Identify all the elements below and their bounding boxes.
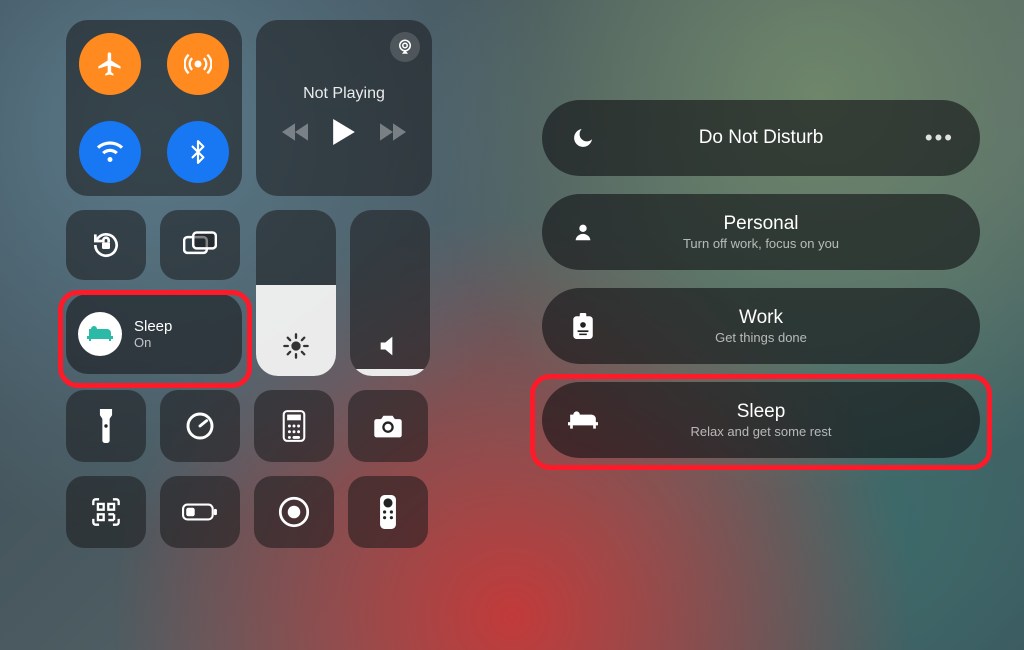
volume-slider[interactable] [350,210,430,376]
focus-title: Sleep [134,318,172,335]
play-icon [332,119,356,145]
previous-button[interactable] [282,122,308,142]
flashlight-icon [97,409,115,443]
timer-button[interactable] [160,390,240,462]
forward-icon [380,122,406,142]
wifi-toggle[interactable] [79,121,141,183]
rotation-lock-button[interactable] [66,210,146,280]
airplane-mode-toggle[interactable] [79,33,141,95]
volume-fill [350,369,430,376]
airplane-icon [96,50,124,78]
qr-icon [91,497,121,527]
wifi-icon [95,137,125,167]
qr-scanner-button[interactable] [66,476,146,548]
focus-menu-panel: Do Not Disturb ••• Personal Turn off wor… [500,0,1024,650]
camera-button[interactable] [348,390,428,462]
next-button[interactable] [380,122,406,142]
focus-button[interactable]: Sleep On [66,294,242,374]
rewind-icon [282,122,308,142]
record-icon [278,496,310,528]
calculator-icon [282,410,306,442]
cellular-data-toggle[interactable] [167,33,229,95]
control-center-panel: Not Playing [0,0,500,650]
focus-personal[interactable]: Personal Turn off work, focus on you [542,194,980,270]
screen-mirroring-icon [183,231,217,259]
person-icon [572,221,594,243]
focus-sleep[interactable]: Sleep Relax and get some rest [542,382,980,458]
focus-item-title: Personal [724,213,799,235]
bed-icon [568,409,598,431]
play-button[interactable] [332,119,356,145]
flashlight-button[interactable] [66,390,146,462]
focus-item-title: Work [739,307,783,329]
brightness-slider[interactable] [256,210,336,376]
airplay-button[interactable] [390,32,420,62]
timer-icon [184,410,216,442]
focus-item-subtitle: Get things done [715,330,807,345]
screen-record-button[interactable] [254,476,334,548]
low-power-button[interactable] [160,476,240,548]
rotation-lock-icon [90,229,122,261]
battery-icon [182,502,218,522]
bluetooth-icon [185,139,211,165]
camera-icon [372,413,404,439]
brightness-icon [282,332,310,360]
moon-icon [571,126,595,150]
screen-mirroring-button[interactable] [160,210,240,280]
remote-button[interactable] [348,476,428,548]
bluetooth-toggle[interactable] [167,121,229,183]
more-button[interactable]: ••• [925,100,954,176]
focus-bed-badge [78,312,122,356]
focus-item-subtitle: Relax and get some rest [691,424,832,439]
antenna-icon [184,50,212,78]
focus-work[interactable]: Work Get things done [542,288,980,364]
badge-icon [573,313,593,339]
apple-tv-remote-icon [379,495,397,529]
calculator-button[interactable] [254,390,334,462]
airplay-icon [396,38,414,56]
brightness-fill [256,285,336,376]
focus-item-title: Do Not Disturb [699,127,824,149]
focus-item-title: Sleep [737,401,786,423]
focus-item-subtitle: Turn off work, focus on you [683,236,839,251]
connectivity-module[interactable] [66,20,242,196]
media-status-text: Not Playing [303,85,385,103]
volume-icon [376,332,404,360]
bed-icon [87,324,113,344]
media-module[interactable]: Not Playing [256,20,432,196]
focus-status: On [134,335,172,350]
focus-do-not-disturb[interactable]: Do Not Disturb ••• [542,100,980,176]
